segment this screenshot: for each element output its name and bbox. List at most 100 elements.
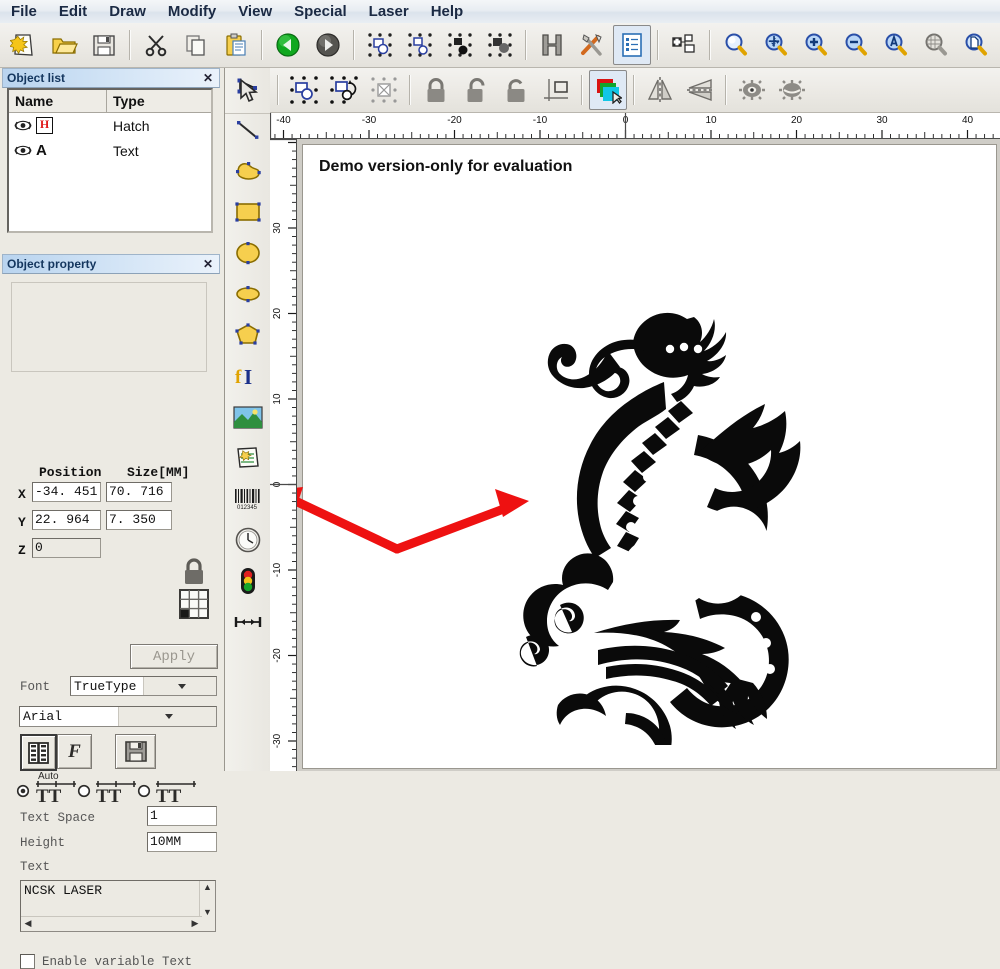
anchor-grid-icon[interactable] (178, 588, 210, 620)
copy-icon[interactable] (177, 25, 215, 65)
save-disk-icon[interactable] (85, 25, 123, 65)
scroll-right-icon[interactable]: ▶ (188, 917, 202, 929)
eye-icon[interactable] (14, 120, 32, 131)
paste-clipboard-icon[interactable] (217, 25, 255, 65)
enable-variable-text-row[interactable]: Enable variable Text (20, 954, 192, 969)
zoom-pan-icon[interactable] (757, 25, 795, 65)
padlock-icon[interactable] (180, 557, 208, 587)
column-header-name[interactable]: Name (9, 90, 107, 112)
lock-closed-icon[interactable] (417, 70, 455, 110)
enable-variable-text-checkbox[interactable] (20, 954, 35, 969)
group-icon[interactable] (361, 25, 399, 65)
close-icon[interactable]: ✕ (201, 257, 215, 271)
traffic-light-icon[interactable] (228, 561, 267, 601)
font-type-dropdown[interactable]: TrueType Font-8í (70, 676, 217, 696)
object-list-icon[interactable] (613, 25, 651, 65)
svg-text:TT: TT (156, 786, 182, 807)
menu-item-special[interactable]: Special (284, 2, 357, 22)
dragon-artwork[interactable] (498, 305, 828, 745)
menu-item-modify[interactable]: Modify (158, 2, 226, 22)
char-spacing-icon[interactable] (20, 734, 57, 771)
lock-open-icon[interactable] (457, 70, 495, 110)
chevron-down-icon[interactable] (117, 707, 216, 726)
table-row[interactable]: H Hatch (9, 113, 211, 138)
object-list-table[interactable]: Name Type H Hatch A Text (7, 88, 213, 233)
barcode-tool-icon[interactable]: 012345 (228, 479, 267, 519)
mirror-horizontal-icon[interactable] (681, 70, 719, 110)
combine-icon[interactable] (441, 25, 479, 65)
ellipse-tool-icon[interactable] (228, 274, 267, 314)
polygon-tool-icon[interactable] (228, 315, 267, 355)
zoom-out-icon[interactable] (837, 25, 875, 65)
new-file-icon[interactable] (5, 25, 43, 65)
scroll-up-icon[interactable]: ▲ (200, 881, 215, 893)
left-dock: Object list ✕ Name Type H Hatch A Text O… (0, 68, 225, 969)
save-font-icon[interactable] (115, 734, 156, 769)
image-tool-icon[interactable] (228, 397, 267, 437)
undo-arrow-icon[interactable] (269, 25, 307, 65)
chevron-down-icon[interactable] (143, 677, 216, 695)
text-input-area[interactable]: NCSK LASER ▲ ▼ ◀ ▶ (20, 880, 216, 932)
text-space-field[interactable]: 1 (147, 806, 217, 826)
font-family-dropdown[interactable]: Arial (19, 706, 217, 727)
object-type-cell: Text (113, 142, 139, 159)
position-y-field[interactable]: 22. 964 (32, 510, 101, 530)
work-page[interactable]: Demo version-only for evaluation (302, 144, 997, 769)
vertical-scrollbar[interactable]: ▲ ▼ (199, 881, 215, 918)
measure-tool-icon[interactable] (228, 602, 267, 642)
select-arrow-icon[interactable] (228, 71, 267, 111)
bounds-icon[interactable] (365, 70, 403, 110)
zoom-select-icon[interactable] (877, 25, 915, 65)
position-z-field[interactable]: 0 (32, 538, 101, 558)
column-header-type[interactable]: Type (107, 90, 211, 112)
timer-tool-icon[interactable] (228, 520, 267, 560)
zoom-all-icon[interactable] (717, 25, 755, 65)
size-x-field[interactable]: 70. 716 (106, 482, 172, 502)
hide-all-icon[interactable] (773, 70, 811, 110)
color-layers-icon[interactable] (589, 70, 627, 110)
close-icon[interactable]: ✕ (201, 71, 215, 85)
node-tree-icon[interactable] (665, 25, 703, 65)
lock-partial-icon[interactable] (497, 70, 535, 110)
size-y-field[interactable]: 7. 350 (106, 510, 172, 530)
cut-scissors-icon[interactable] (137, 25, 175, 65)
rotate-object-icon[interactable] (325, 70, 363, 110)
uncombine-icon[interactable] (481, 25, 519, 65)
svg-text:-40: -40 (276, 115, 291, 126)
menu-item-view[interactable]: View (228, 2, 282, 22)
redo-arrow-icon[interactable] (309, 25, 347, 65)
height-field[interactable]: 10MM (147, 832, 217, 852)
toolbar-separator (525, 30, 527, 60)
table-row[interactable]: A Text (9, 138, 211, 163)
hatch-tool-icon[interactable] (228, 438, 267, 478)
menu-item-file[interactable]: File (1, 2, 47, 22)
scroll-left-icon[interactable]: ◀ (21, 917, 35, 929)
zoom-in-icon[interactable] (797, 25, 835, 65)
apply-button[interactable]: Apply (130, 644, 218, 669)
position-x-field[interactable]: -34. 451 (32, 482, 101, 502)
eye-icon[interactable] (14, 145, 32, 156)
origin-icon[interactable] (537, 70, 575, 110)
ungroup-icon[interactable] (401, 25, 439, 65)
horizontal-scrollbar[interactable]: ◀ ▶ (21, 916, 202, 931)
zoom-grid-icon[interactable] (917, 25, 955, 65)
circle-tool-icon[interactable] (228, 233, 267, 273)
align-group-icon[interactable] (285, 70, 323, 110)
mirror-vertical-icon[interactable] (641, 70, 679, 110)
zoom-page-icon[interactable] (957, 25, 995, 65)
drawing-canvas[interactable]: Demo version-only for evaluation (297, 139, 1000, 771)
scroll-down-icon[interactable]: ▼ (200, 906, 215, 918)
hatch-icon[interactable] (533, 25, 571, 65)
open-folder-icon[interactable] (45, 25, 83, 65)
menu-item-help[interactable]: Help (421, 2, 474, 22)
show-all-icon[interactable] (733, 70, 771, 110)
italic-f-icon[interactable]: F (57, 734, 92, 769)
menu-item-edit[interactable]: Edit (49, 2, 97, 22)
tools-icon[interactable] (573, 25, 611, 65)
curve-tool-icon[interactable] (228, 151, 267, 191)
menu-item-laser[interactable]: Laser (359, 2, 419, 22)
menu-item-draw[interactable]: Draw (99, 2, 156, 22)
text-tool-icon[interactable]: f I (228, 356, 267, 396)
line-tool-icon[interactable] (228, 110, 267, 150)
rectangle-tool-icon[interactable] (228, 192, 267, 232)
